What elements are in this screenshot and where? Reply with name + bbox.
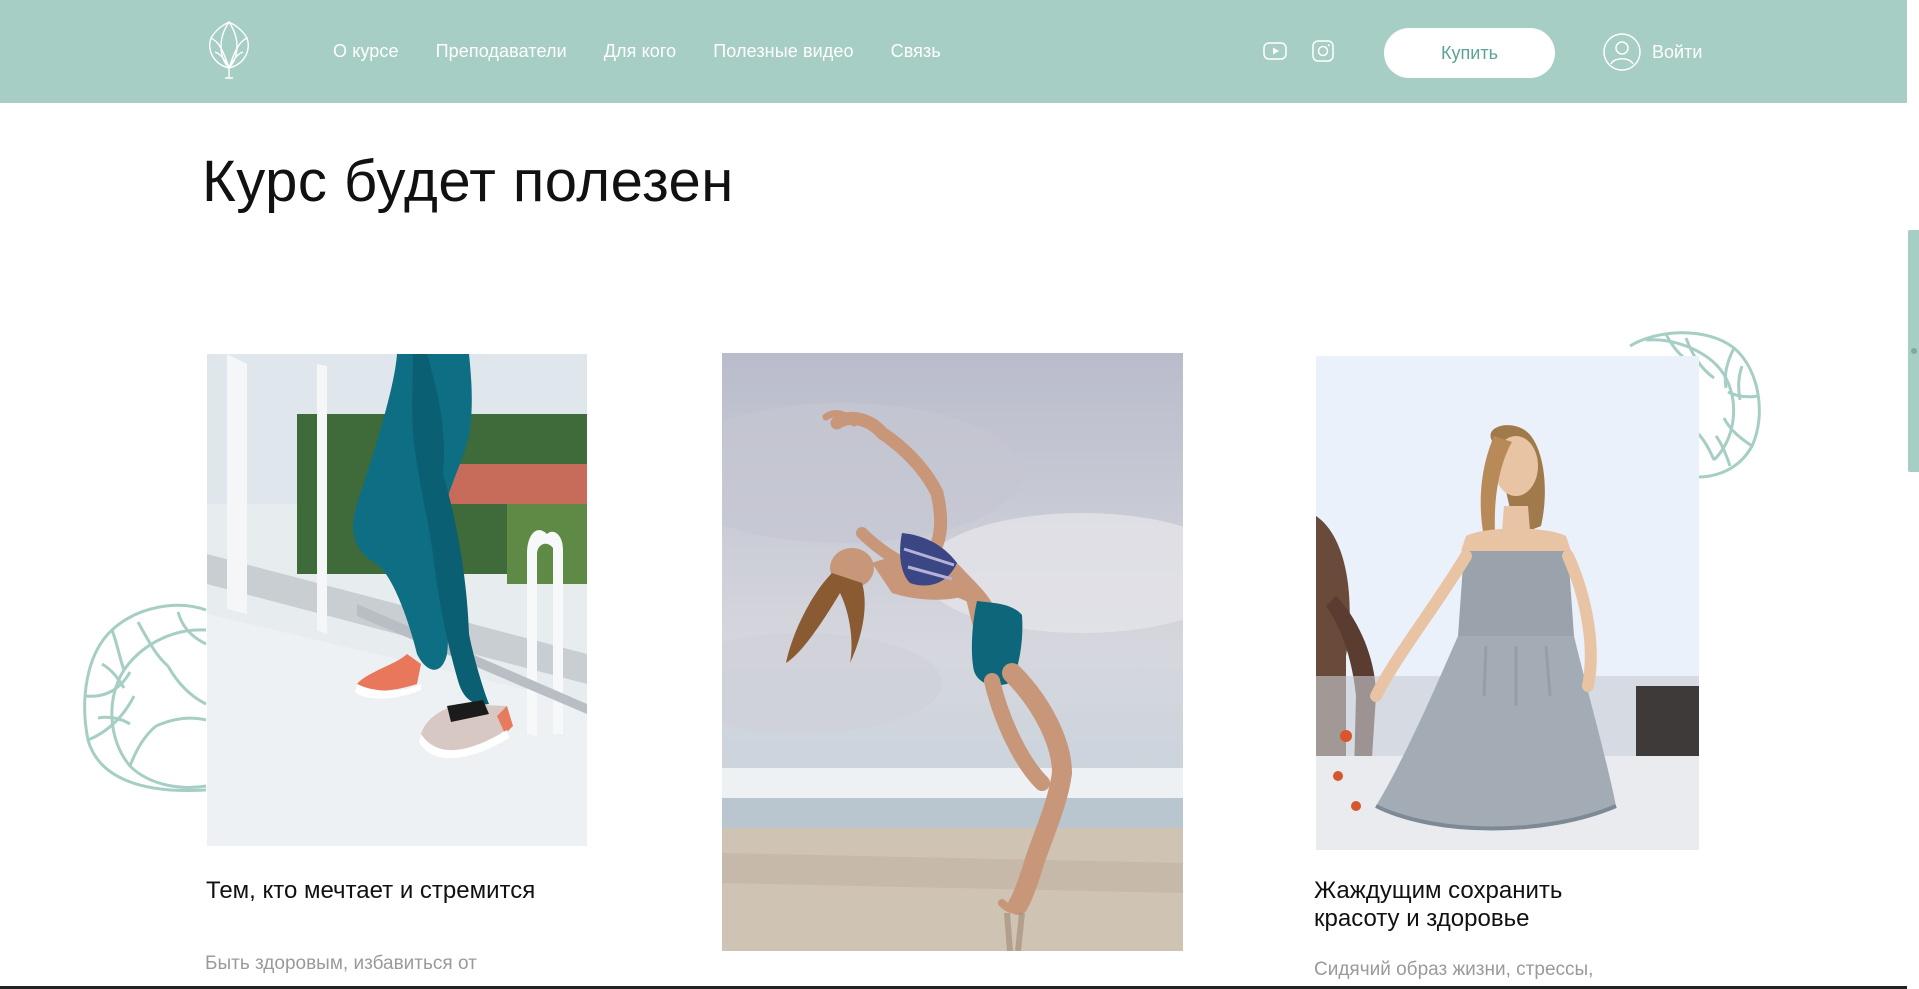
card-description: Быть здоровым, избавиться от xyxy=(205,953,477,974)
card-title: Тем, кто мечтает и стремится xyxy=(206,877,536,904)
woman-backbend-on-beach-photo xyxy=(722,353,1183,951)
instagram-icon[interactable] xyxy=(1310,38,1336,64)
card-title: Жаждущим сохранить красоту и здоровье xyxy=(1314,877,1563,932)
nav-item-teachers[interactable]: Преподаватели xyxy=(436,41,567,62)
buy-button[interactable]: Купить xyxy=(1384,28,1555,78)
scrollbar-dot xyxy=(1911,348,1917,354)
nav-item-contact[interactable]: Связь xyxy=(891,41,941,62)
login-label: Войти xyxy=(1652,41,1703,62)
woman-in-dress-photo xyxy=(1316,356,1699,850)
nav-item-about[interactable]: О курсе xyxy=(333,41,399,62)
woman-climbing-stairs-photo xyxy=(207,354,587,846)
card-description: Сидячий образ жизни, стрессы, xyxy=(1314,959,1594,980)
page-scrollbar-track[interactable] xyxy=(1907,0,1919,989)
artichoke-decoration-icon xyxy=(78,600,210,796)
youtube-icon[interactable] xyxy=(1262,38,1288,64)
section-title: Курс будет полезен xyxy=(202,149,734,214)
nav-item-for-whom[interactable]: Для кого xyxy=(604,41,677,62)
user-icon xyxy=(1603,33,1641,71)
main-nav: О курсе Преподаватели Для кого Полезные … xyxy=(333,0,978,103)
site-header: О курсе Преподаватели Для кого Полезные … xyxy=(0,0,1907,103)
artichoke-logo-icon[interactable] xyxy=(203,20,255,80)
login-button[interactable]: Войти xyxy=(1603,32,1702,72)
nav-item-videos[interactable]: Полезные видео xyxy=(713,41,853,62)
